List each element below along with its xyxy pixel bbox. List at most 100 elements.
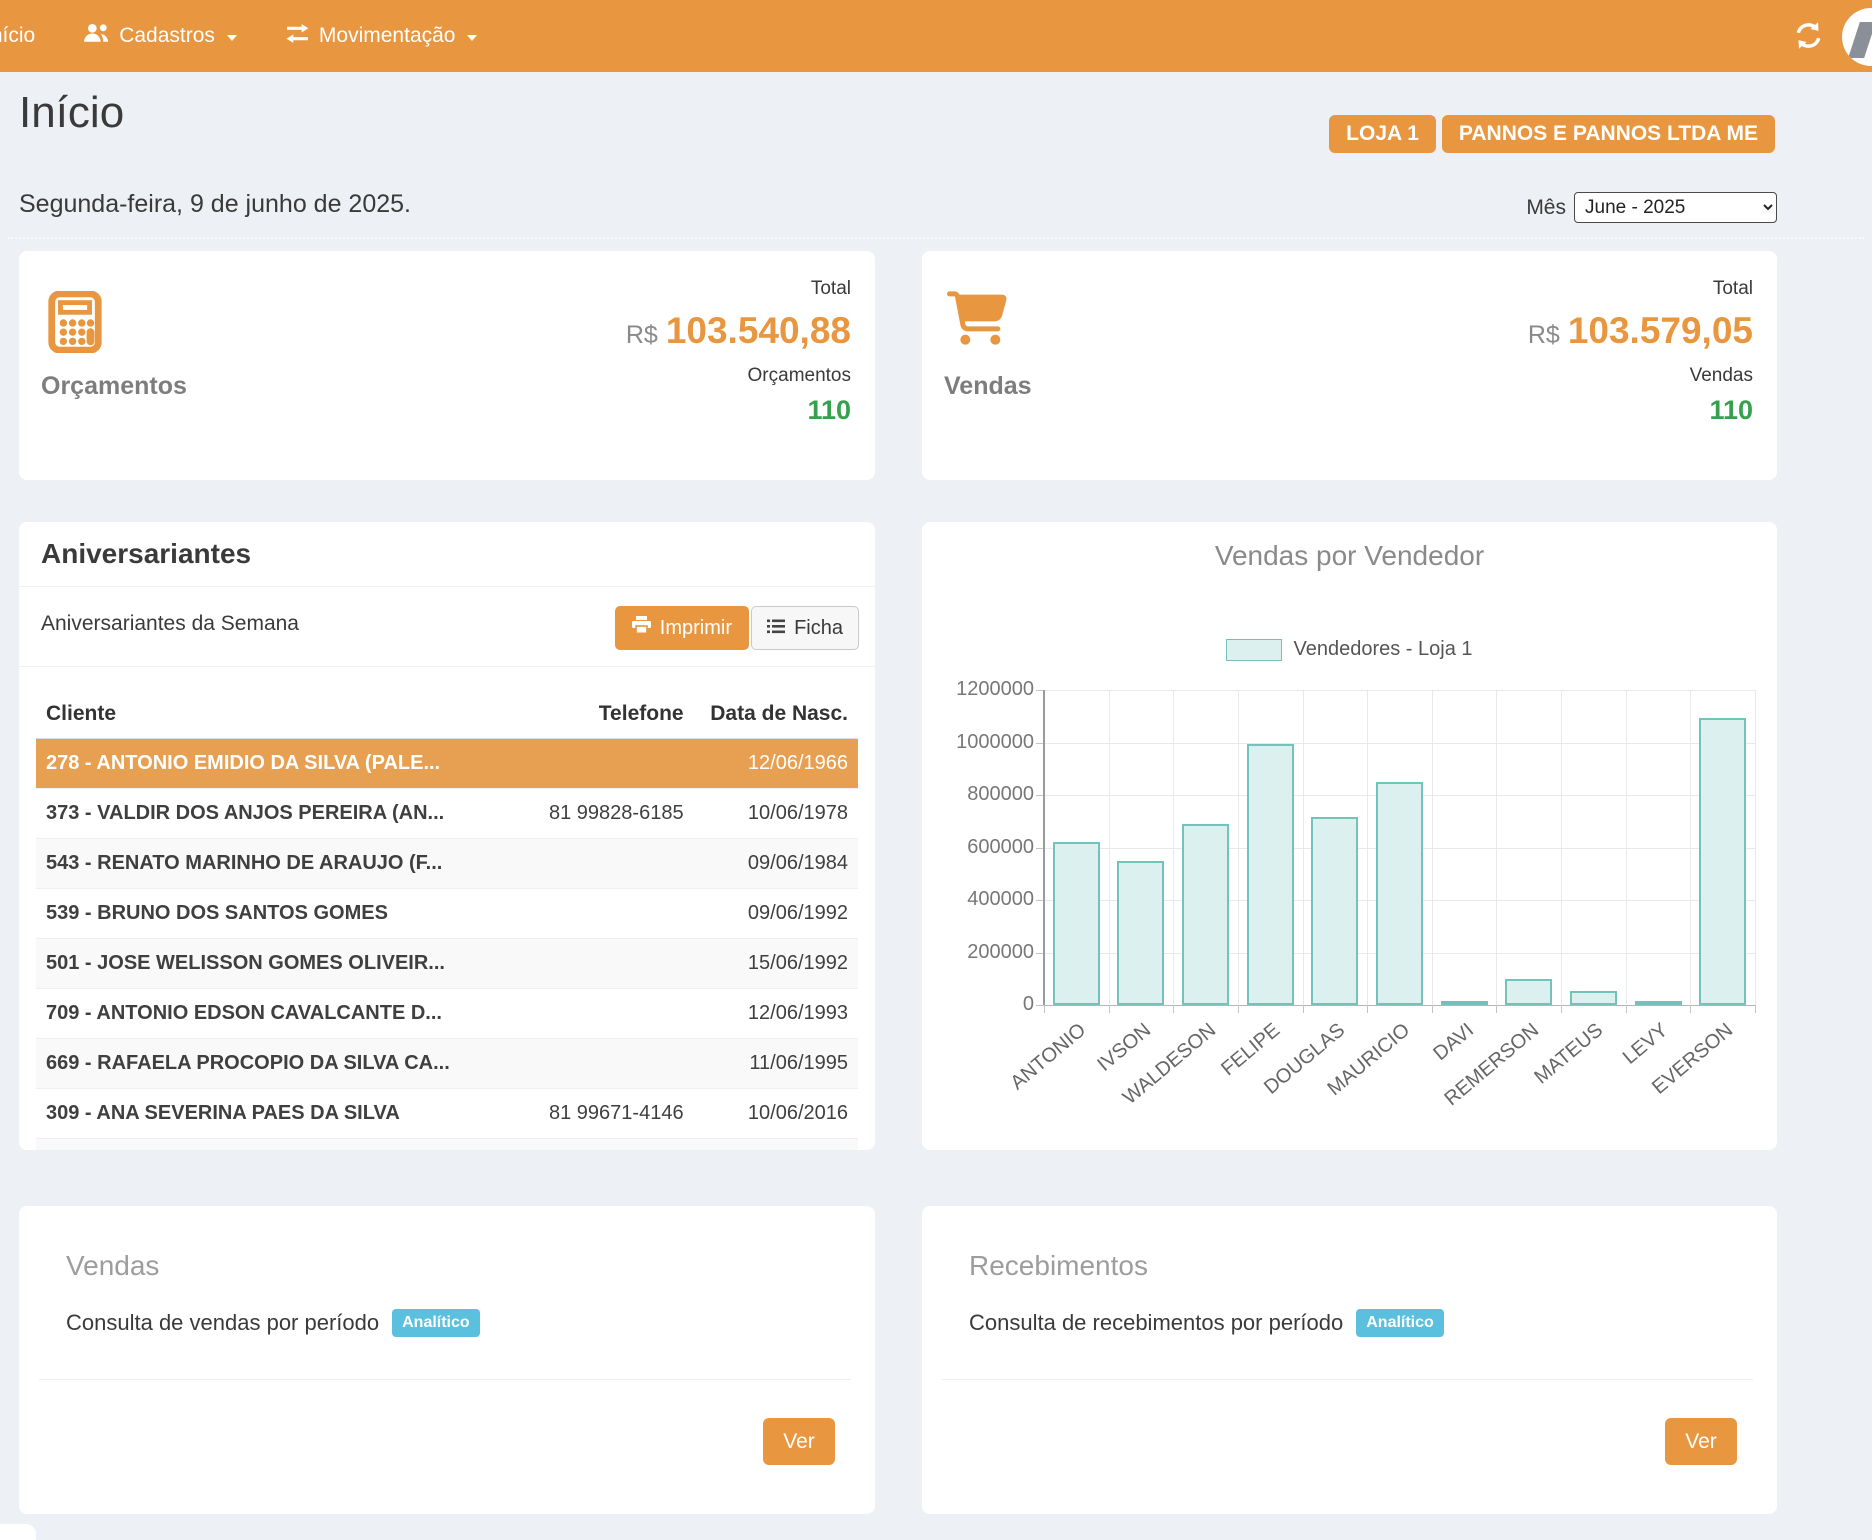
cell-telefone: 81 99828-6185 bbox=[496, 789, 693, 839]
vendas-count-label: Vendas bbox=[1528, 365, 1753, 387]
nav-cadastros-label: Cadastros bbox=[119, 24, 215, 48]
nav-item-movimentacao[interactable]: Movimentação bbox=[261, 0, 502, 72]
x-tick bbox=[1173, 1005, 1174, 1013]
legend-swatch bbox=[1226, 639, 1282, 661]
divider bbox=[19, 586, 875, 587]
cell-nascimento: 11/06/1995 bbox=[694, 1039, 858, 1089]
ver-vendas-button[interactable]: Ver bbox=[763, 1418, 835, 1465]
col-telefone: Telefone bbox=[496, 690, 693, 739]
cell-telefone bbox=[496, 889, 693, 939]
x-tick bbox=[1690, 1005, 1691, 1013]
col-cliente: Cliente bbox=[36, 690, 496, 739]
gridline-v bbox=[1043, 690, 1045, 1005]
cell-telefone bbox=[496, 939, 693, 989]
orcamentos-amount: 103.540,88 bbox=[666, 310, 851, 351]
refresh-icon[interactable] bbox=[1795, 22, 1822, 54]
y-axis-label: 0 bbox=[922, 993, 1034, 1016]
calculator-icon bbox=[44, 291, 106, 358]
cell-telefone: 81 99671-4146 bbox=[496, 1089, 693, 1139]
gridline-v bbox=[1496, 690, 1497, 1005]
bar-MATEUS bbox=[1570, 991, 1617, 1005]
table-row[interactable]: 278 - ANTONIO EMIDIO DA SILVA (PALE... 1… bbox=[36, 739, 858, 789]
y-axis-label: 800000 bbox=[922, 783, 1034, 806]
cell-nascimento: 09/06/2020 bbox=[694, 1139, 858, 1151]
table-row[interactable]: 616 - ADRIANO XAVIER DA PAZ (BALAÚ) 09/0… bbox=[36, 1139, 858, 1151]
recebimentos-report-text: Consulta de recebimentos por período bbox=[969, 1310, 1343, 1336]
x-tick bbox=[1496, 1005, 1497, 1013]
bar-MAURICIO bbox=[1376, 782, 1423, 1005]
nav-item-cadastros[interactable]: Cadastros bbox=[59, 0, 261, 72]
cell-nascimento: 12/06/1966 bbox=[694, 739, 858, 789]
cell-cliente: 309 - ANA SEVERINA PAES DA SILVA bbox=[36, 1089, 496, 1139]
gridline-h bbox=[1044, 690, 1755, 691]
users-icon bbox=[83, 23, 110, 50]
gridline-v bbox=[1755, 690, 1756, 1005]
table-row[interactable]: 543 - RENATO MARINHO DE ARAUJO (F... 09/… bbox=[36, 839, 858, 889]
x-tick bbox=[1303, 1005, 1304, 1013]
table-row[interactable]: 309 - ANA SEVERINA PAES DA SILVA 81 9967… bbox=[36, 1089, 858, 1139]
vendas-por-vendedor-card: Vendas por Vendedor Vendedores - Loja 1 … bbox=[922, 522, 1777, 1150]
cell-cliente: 543 - RENATO MARINHO DE ARAUJO (F... bbox=[36, 839, 496, 889]
y-axis-label: 1200000 bbox=[922, 678, 1034, 701]
orcamentos-count-label: Orçamentos bbox=[626, 365, 851, 387]
nav-item-inicio[interactable]: Início bbox=[0, 0, 59, 72]
bar-ANTONIO bbox=[1053, 842, 1100, 1005]
x-tick bbox=[1044, 1005, 1045, 1013]
ficha-label: Ficha bbox=[794, 617, 843, 640]
bar-FELIPE bbox=[1247, 744, 1294, 1005]
bar-REMERSON bbox=[1505, 979, 1552, 1005]
imprimir-label: Imprimir bbox=[660, 617, 732, 640]
orcamentos-summary-card: Orçamentos Total R$103.540,88 Orçamentos… bbox=[19, 251, 875, 480]
cell-cliente: 373 - VALDIR DOS ANJOS PEREIRA (AN... bbox=[36, 789, 496, 839]
store-button[interactable]: LOJA 1 bbox=[1329, 115, 1436, 153]
table-row[interactable]: 669 - RAFAELA PROCOPIO DA SILVA CA... 11… bbox=[36, 1039, 858, 1089]
cell-nascimento: 15/06/1992 bbox=[694, 939, 858, 989]
gridline-v bbox=[1173, 690, 1174, 1005]
month-label: Mês bbox=[1526, 196, 1566, 220]
vendas-card-label: Vendas bbox=[944, 372, 1032, 401]
page-title: Início bbox=[19, 88, 124, 138]
month-select[interactable]: June - 2025 bbox=[1574, 192, 1777, 223]
y-axis-label: 200000 bbox=[922, 941, 1034, 964]
x-tick bbox=[1755, 1005, 1756, 1013]
orcamentos-count: 110 bbox=[626, 395, 851, 426]
imprimir-button[interactable]: Imprimir bbox=[615, 606, 749, 650]
company-button[interactable]: PANNOS E PANNOS LTDA ME bbox=[1442, 115, 1775, 153]
ficha-button[interactable]: Ficha bbox=[751, 606, 859, 650]
gridline-h bbox=[1044, 1005, 1755, 1006]
y-tick bbox=[1036, 1005, 1044, 1006]
x-tick bbox=[1561, 1005, 1562, 1013]
chevron-down-icon bbox=[467, 35, 477, 41]
gridline-v bbox=[1109, 690, 1110, 1005]
x-tick bbox=[1367, 1005, 1368, 1013]
y-axis-label: 600000 bbox=[922, 836, 1034, 859]
aniversariantes-title: Aniversariantes bbox=[41, 538, 251, 570]
table-row[interactable]: 501 - JOSE WELISSON GOMES OLIVEIR... 15/… bbox=[36, 939, 858, 989]
gridline-v bbox=[1690, 690, 1691, 1005]
bar-DOUGLAS bbox=[1311, 817, 1358, 1005]
cell-cliente: 278 - ANTONIO EMIDIO DA SILVA (PALE... bbox=[36, 739, 496, 789]
cell-telefone bbox=[496, 1139, 693, 1151]
cell-nascimento: 09/06/1992 bbox=[694, 889, 858, 939]
table-row[interactable]: 373 - VALDIR DOS ANJOS PEREIRA (AN... 81… bbox=[36, 789, 858, 839]
list-icon bbox=[767, 617, 785, 640]
gridline-v bbox=[1561, 690, 1562, 1005]
gridline-v bbox=[1626, 690, 1627, 1005]
divider bbox=[19, 666, 875, 667]
cell-telefone bbox=[496, 739, 693, 789]
cell-cliente: 501 - JOSE WELISSON GOMES OLIVEIR... bbox=[36, 939, 496, 989]
table-row[interactable]: 539 - BRUNO DOS SANTOS GOMES 09/06/1992 bbox=[36, 889, 858, 939]
shopping-cart-icon bbox=[947, 291, 1007, 350]
gridline-v bbox=[1303, 690, 1304, 1005]
analitico-badge: Analítico bbox=[392, 1309, 480, 1337]
total-label: Total bbox=[626, 277, 851, 301]
dashed-divider bbox=[8, 237, 1864, 239]
current-date: Segunda-feira, 9 de junho de 2025. bbox=[19, 190, 411, 219]
vendas-report-card: Vendas Consulta de vendas por período An… bbox=[19, 1206, 875, 1514]
vendas-amount: 103.579,05 bbox=[1568, 310, 1753, 351]
aniversariantes-card: Aniversariantes Aniversariantes da Seman… bbox=[19, 522, 875, 1150]
ver-recebimentos-button[interactable]: Ver bbox=[1665, 1418, 1737, 1465]
table-row[interactable]: 709 - ANTONIO EDSON CAVALCANTE D... 12/0… bbox=[36, 989, 858, 1039]
cell-nascimento: 10/06/1978 bbox=[694, 789, 858, 839]
vendas-report-text: Consulta de vendas por período bbox=[66, 1310, 379, 1336]
